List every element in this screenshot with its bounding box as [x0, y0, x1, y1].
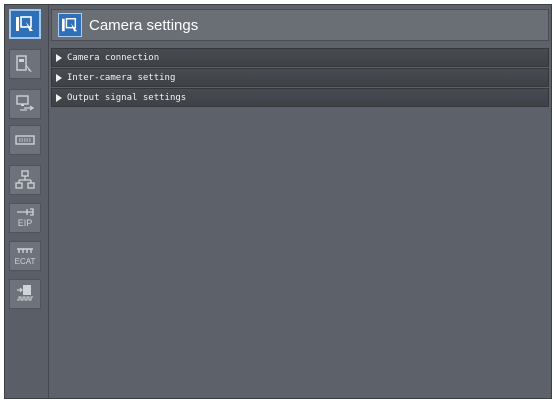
section-label: Output signal settings	[67, 92, 187, 103]
sidebar: EIP ECAT	[5, 5, 49, 398]
page-header: Camera settings	[51, 9, 549, 41]
section-output-signal-settings[interactable]: Output signal settings	[51, 88, 549, 107]
expand-triangle-icon	[56, 93, 62, 102]
expand-triangle-icon	[56, 73, 62, 82]
camera-settings-icon	[58, 13, 82, 37]
ecat-label: ECAT	[15, 257, 36, 266]
sidebar-item-ecat[interactable]: ECAT	[9, 241, 41, 271]
page-title: Camera settings	[89, 16, 199, 34]
network-icon	[15, 170, 35, 189]
app-window: EIP ECAT Camera settings Camera connecti…	[4, 4, 552, 399]
io-signal-icon	[17, 285, 33, 301]
ecat-icon: ECAT	[15, 248, 36, 266]
screen-transfer-icon	[16, 95, 35, 111]
keyboard-icon	[15, 135, 35, 145]
sidebar-item-screen-transfer[interactable]	[9, 89, 41, 119]
sidebar-item-camera-settings[interactable]	[9, 9, 41, 39]
section-inter-camera-setting[interactable]: Inter-camera setting	[51, 68, 549, 87]
section-label: Camera connection	[67, 52, 160, 63]
sidebar-item-io-signal[interactable]	[9, 279, 41, 309]
sidebar-item-image-adjustment[interactable]	[9, 49, 41, 79]
image-adjustment-icon	[16, 55, 32, 72]
eip-icon: EIP	[17, 208, 34, 228]
settings-sections: Camera connection Inter-camera setting O…	[51, 48, 549, 108]
section-label: Inter-camera setting	[67, 72, 176, 83]
section-camera-connection[interactable]: Camera connection	[51, 48, 549, 67]
sidebar-item-keyboard[interactable]	[9, 125, 41, 155]
main-panel: Camera settings Camera connection Inter-…	[51, 9, 549, 396]
expand-triangle-icon	[56, 53, 62, 62]
eip-label: EIP	[18, 218, 33, 228]
camera-settings-icon	[16, 16, 33, 32]
sidebar-item-eip[interactable]: EIP	[9, 203, 41, 233]
sidebar-item-network[interactable]	[9, 165, 41, 195]
